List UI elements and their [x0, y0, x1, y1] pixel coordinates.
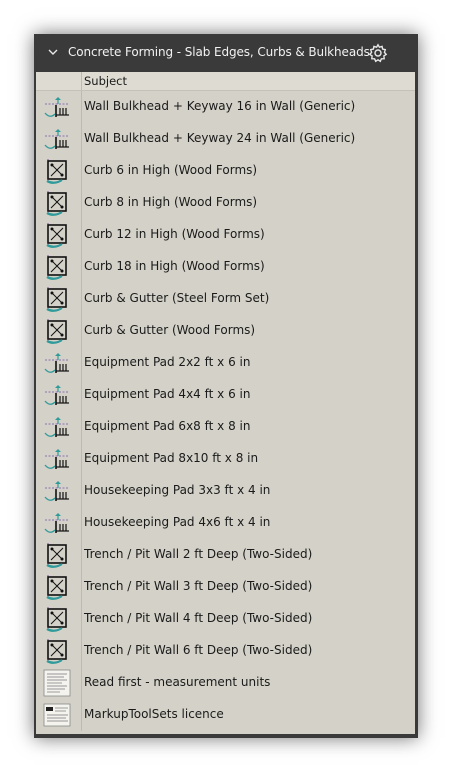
list-item[interactable]: Equipment Pad 6x8 ft x 8 in — [36, 411, 415, 443]
curb-icon — [36, 219, 82, 251]
subject-list: Subject Wall Bulkhead + Keyway 16 in Wal… — [36, 72, 415, 734]
curb-icon — [36, 155, 82, 187]
list-item-label: Trench / Pit Wall 3 ft Deep (Two-Sided) — [84, 579, 313, 593]
list-item-label: Curb & Gutter (Wood Forms) — [84, 323, 256, 337]
list-item[interactable]: MarkupToolSets licence — [36, 699, 415, 731]
list-item-label: Equipment Pad 2x2 ft x 6 in — [84, 355, 251, 369]
list-item-label: Trench / Pit Wall 2 ft Deep (Two-Sided) — [84, 547, 313, 561]
panel-header[interactable]: Concrete Forming - Slab Edges, Curbs & B… — [34, 34, 418, 72]
list-item[interactable]: Trench / Pit Wall 6 ft Deep (Two-Sided) — [36, 635, 415, 667]
list-item-label: Wall Bulkhead + Keyway 16 in Wall (Gener… — [84, 99, 356, 113]
bulkhead-icon — [36, 347, 82, 379]
column-header[interactable]: Subject — [36, 72, 415, 91]
list-item-label: Equipment Pad 8x10 ft x 8 in — [84, 451, 259, 465]
list-item-label: Housekeeping Pad 4x6 ft x 4 in — [84, 515, 271, 529]
list-item-label: Trench / Pit Wall 6 ft Deep (Two-Sided) — [84, 643, 313, 657]
list-item-label: Trench / Pit Wall 4 ft Deep (Two-Sided) — [84, 611, 313, 625]
curb-icon — [36, 187, 82, 219]
subject-column-label: Subject — [84, 74, 127, 88]
gear-icon[interactable] — [368, 43, 388, 63]
list-item-label: Equipment Pad 6x8 ft x 8 in — [84, 419, 251, 433]
list-item[interactable]: Wall Bulkhead + Keyway 16 in Wall (Gener… — [36, 91, 415, 123]
curb-icon — [36, 283, 82, 315]
bulkhead-icon — [36, 91, 82, 123]
list-item-label: MarkupToolSets licence — [84, 707, 224, 721]
bulkhead-icon — [36, 507, 82, 539]
list-item[interactable]: Equipment Pad 2x2 ft x 6 in — [36, 347, 415, 379]
curb-icon — [36, 571, 82, 603]
bulkhead-icon — [36, 379, 82, 411]
curb-icon — [36, 251, 82, 283]
panel-title: Concrete Forming - Slab Edges, Curbs & B… — [68, 45, 370, 59]
list-item[interactable]: Trench / Pit Wall 3 ft Deep (Two-Sided) — [36, 571, 415, 603]
bulkhead-icon — [36, 443, 82, 475]
list-item[interactable]: Trench / Pit Wall 4 ft Deep (Two-Sided) — [36, 603, 415, 635]
list-item-label: Curb & Gutter (Steel Form Set) — [84, 291, 270, 305]
list-item[interactable]: Equipment Pad 4x4 ft x 6 in — [36, 379, 415, 411]
list-item[interactable]: Housekeeping Pad 3x3 ft x 4 in — [36, 475, 415, 507]
list-item-label: Curb 8 in High (Wood Forms) — [84, 195, 258, 209]
list-item-label: Equipment Pad 4x4 ft x 6 in — [84, 387, 251, 401]
bulkhead-icon — [36, 475, 82, 507]
bulkhead-icon — [36, 123, 82, 155]
document-icon — [36, 667, 82, 699]
list-item-label: Curb 18 in High (Wood Forms) — [84, 259, 265, 273]
list-rows: Wall Bulkhead + Keyway 16 in Wall (Gener… — [36, 91, 415, 731]
icon-column-header — [36, 72, 82, 90]
curb-icon — [36, 539, 82, 571]
list-item[interactable]: Curb & Gutter (Wood Forms) — [36, 315, 415, 347]
list-item[interactable]: Housekeeping Pad 4x6 ft x 4 in — [36, 507, 415, 539]
list-item[interactable]: Curb 12 in High (Wood Forms) — [36, 219, 415, 251]
list-item[interactable]: Equipment Pad 8x10 ft x 8 in — [36, 443, 415, 475]
list-item[interactable]: Curb & Gutter (Steel Form Set) — [36, 283, 415, 315]
list-item[interactable]: Curb 18 in High (Wood Forms) — [36, 251, 415, 283]
list-item-label: Housekeeping Pad 3x3 ft x 4 in — [84, 483, 271, 497]
curb-icon — [36, 635, 82, 667]
bulkhead-icon — [36, 411, 82, 443]
licence-document-icon — [36, 699, 82, 731]
list-item[interactable]: Wall Bulkhead + Keyway 24 in Wall (Gener… — [36, 123, 415, 155]
list-item-label: Read first - measurement units — [84, 675, 271, 689]
curb-icon — [36, 603, 82, 635]
list-item-label: Wall Bulkhead + Keyway 24 in Wall (Gener… — [84, 131, 356, 145]
list-item-label: Curb 6 in High (Wood Forms) — [84, 163, 258, 177]
tool-set-panel: Concrete Forming - Slab Edges, Curbs & B… — [34, 34, 418, 738]
list-item[interactable]: Trench / Pit Wall 2 ft Deep (Two-Sided) — [36, 539, 415, 571]
chevron-down-icon[interactable] — [46, 45, 60, 59]
list-item[interactable]: Curb 8 in High (Wood Forms) — [36, 187, 415, 219]
list-item[interactable]: Curb 6 in High (Wood Forms) — [36, 155, 415, 187]
curb-icon — [36, 315, 82, 347]
list-item[interactable]: Read first - measurement units — [36, 667, 415, 699]
list-item-label: Curb 12 in High (Wood Forms) — [84, 227, 265, 241]
